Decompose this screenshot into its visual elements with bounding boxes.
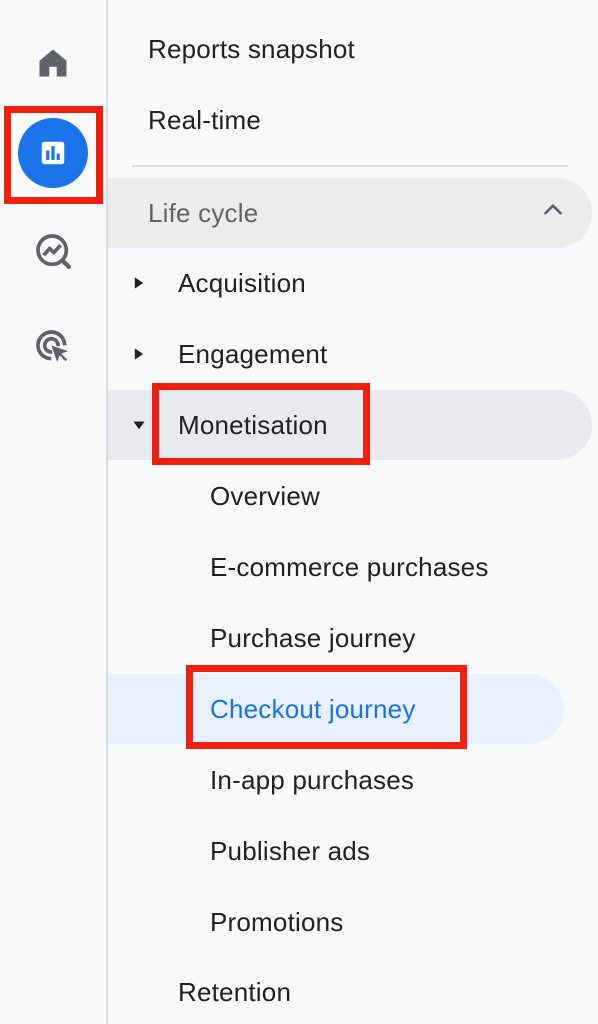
nav-group-engagement[interactable]: Engagement xyxy=(108,319,578,389)
nav-reports-snapshot-label: Reports snapshot xyxy=(148,33,355,64)
nav-group-engagement-label: Engagement xyxy=(178,338,328,369)
reports-button[interactable] xyxy=(12,112,94,194)
caret-right-icon xyxy=(132,276,178,290)
nav-item-publisher-ads-label: Publisher ads xyxy=(210,835,371,866)
nav-item-publisher-ads[interactable]: Publisher ads xyxy=(108,816,578,886)
nav-group-acquisition[interactable]: Acquisition xyxy=(108,248,578,318)
section-life-cycle-label: Life cycle xyxy=(148,197,259,228)
nav-item-promotions-label: Promotions xyxy=(210,906,344,937)
icon-rail xyxy=(0,0,108,1024)
report-navigation: Reports snapshot Real-time Life cycle Ac… xyxy=(108,0,598,1024)
home-button[interactable] xyxy=(12,22,94,104)
nav-item-ecommerce-purchases[interactable]: E-commerce purchases xyxy=(108,532,578,602)
nav-item-in-app-purchases-label: In-app purchases xyxy=(210,764,415,795)
nav-item-checkout-journey[interactable]: Checkout journey xyxy=(108,674,564,744)
advertising-icon xyxy=(33,327,73,367)
nav-item-purchase-journey[interactable]: Purchase journey xyxy=(108,603,578,673)
nav-group-retention-label: Retention xyxy=(178,976,292,1007)
nav-item-overview-label: Overview xyxy=(210,480,320,511)
nav-divider xyxy=(132,165,568,167)
section-life-cycle[interactable]: Life cycle xyxy=(108,178,592,248)
nav-group-monetisation[interactable]: Monetisation xyxy=(108,390,592,460)
caret-down-icon xyxy=(132,418,178,432)
nav-group-acquisition-label: Acquisition xyxy=(178,267,306,298)
nav-reports-snapshot[interactable]: Reports snapshot xyxy=(108,14,568,84)
nav-item-in-app-purchases[interactable]: In-app purchases xyxy=(108,745,578,815)
reports-icon xyxy=(18,118,88,188)
nav-item-ecommerce-purchases-label: E-commerce purchases xyxy=(210,551,489,582)
explore-icon xyxy=(33,231,73,271)
analytics-app: Reports snapshot Real-time Life cycle Ac… xyxy=(0,0,598,1024)
advertising-button[interactable] xyxy=(12,306,94,388)
home-icon xyxy=(35,45,71,81)
explore-button[interactable] xyxy=(12,210,94,292)
nav-item-purchase-journey-label: Purchase journey xyxy=(210,622,416,653)
nav-item-promotions[interactable]: Promotions xyxy=(108,887,578,957)
nav-item-overview[interactable]: Overview xyxy=(108,461,578,531)
nav-real-time-label: Real-time xyxy=(148,104,262,135)
caret-right-icon xyxy=(132,347,178,361)
chevron-up-icon xyxy=(540,197,566,230)
nav-item-checkout-journey-label: Checkout journey xyxy=(210,693,416,724)
nav-group-retention[interactable]: Retention xyxy=(108,957,578,1024)
nav-group-monetisation-label: Monetisation xyxy=(178,409,328,440)
nav-real-time[interactable]: Real-time xyxy=(108,85,568,155)
